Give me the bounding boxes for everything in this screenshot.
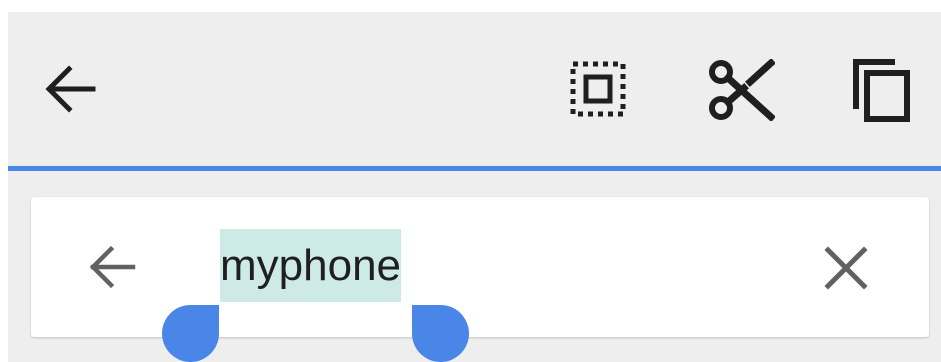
cut-button[interactable] xyxy=(707,59,775,121)
copy-icon xyxy=(853,59,910,122)
arrow-left-icon xyxy=(89,245,136,289)
select-all-icon xyxy=(570,61,626,117)
select-all-button[interactable] xyxy=(570,61,626,117)
clear-search-button[interactable] xyxy=(823,245,869,291)
arrow-left-icon xyxy=(45,65,96,113)
search-field[interactable]: myphone xyxy=(189,229,749,302)
copy-button[interactable] xyxy=(851,57,913,123)
selection-start-handle[interactable] xyxy=(162,305,219,362)
action-bar-back-button[interactable] xyxy=(44,64,96,114)
search-input[interactable]: myphone xyxy=(220,229,402,302)
contextual-action-bar xyxy=(8,12,941,167)
text-selection-screen: myphone xyxy=(0,0,941,362)
selection-end-handle[interactable] xyxy=(412,305,469,362)
search-back-button[interactable] xyxy=(87,245,137,289)
close-icon xyxy=(824,246,868,290)
top-strip xyxy=(0,0,941,12)
scissors-icon xyxy=(709,59,775,121)
